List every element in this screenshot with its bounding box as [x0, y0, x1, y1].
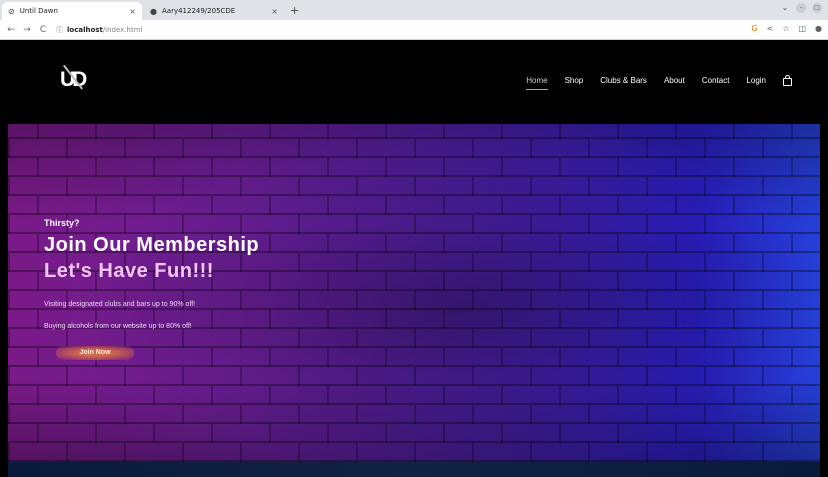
- browser-tab-github[interactable]: ● Aary412249/205CDE ×: [144, 2, 284, 20]
- address-bar[interactable]: ⓘ localhost /index.html: [56, 23, 656, 37]
- share-icon[interactable]: <: [767, 24, 774, 33]
- shopping-bag-icon[interactable]: [783, 74, 792, 86]
- nav-clubs-bars[interactable]: Clubs & Bars: [600, 76, 647, 85]
- hero-content: Thirsty? Join Our Membership Let's Have …: [44, 218, 260, 360]
- nav-contact[interactable]: Contact: [702, 76, 730, 85]
- hero-banner: Thirsty? Join Our Membership Let's Have …: [8, 124, 820, 462]
- hero-perk-clubs: Visiting designated clubs and bars up to…: [44, 301, 196, 308]
- close-icon[interactable]: ×: [271, 7, 278, 16]
- back-icon[interactable]: ←: [6, 25, 16, 35]
- close-icon[interactable]: ×: [129, 7, 136, 16]
- sidepanel-icon[interactable]: ◫: [798, 24, 806, 33]
- minimize-button[interactable]: –: [796, 3, 806, 13]
- forward-icon[interactable]: →: [22, 25, 32, 35]
- toolbar-actions: G < ☆ ◫ ●: [751, 24, 822, 33]
- browser-toolbar: ← → C ⓘ localhost /index.html G < ☆ ◫ ●: [0, 20, 828, 40]
- main-nav: Home Shop Clubs & Bars About Contact Log…: [509, 74, 792, 90]
- hero-perk-alcohol: Buying alcohols from our website up to 8…: [44, 323, 192, 330]
- new-tab-button[interactable]: +: [290, 2, 299, 20]
- site-header: UD Home Shop Clubs & Bars About Contact …: [0, 40, 828, 124]
- next-section-edge: [8, 462, 820, 477]
- hero-headline: Join Our Membership: [44, 234, 260, 256]
- bookmark-star-icon[interactable]: ☆: [782, 24, 789, 33]
- nav-home[interactable]: Home: [526, 76, 548, 90]
- url-host: localhost: [67, 25, 103, 34]
- maximize-button[interactable]: □: [812, 3, 822, 13]
- nav-about[interactable]: About: [664, 76, 685, 85]
- tab-title: Until Dawn: [19, 7, 58, 15]
- window-controls: ⌄ – □: [780, 3, 822, 13]
- google-lens-icon[interactable]: G: [751, 24, 757, 33]
- tab-title: Aary412249/205CDE: [161, 7, 236, 15]
- profile-icon[interactable]: ●: [815, 24, 822, 33]
- join-now-button[interactable]: Join Now: [56, 346, 134, 360]
- hero-subheadline: Let's Have Fun!!!: [44, 260, 214, 282]
- nav-shop[interactable]: Shop: [565, 76, 584, 85]
- globe-icon: ⊘: [8, 6, 15, 16]
- github-icon: ●: [150, 6, 157, 16]
- url-path: /index.html: [102, 25, 143, 34]
- info-icon[interactable]: ⓘ: [56, 25, 63, 35]
- browser-tab-until-dawn[interactable]: ⊘ Until Dawn ×: [2, 2, 142, 20]
- nav-login[interactable]: Login: [746, 76, 766, 85]
- chevron-down-icon[interactable]: ⌄: [780, 3, 790, 13]
- reload-icon[interactable]: C: [38, 25, 48, 35]
- browser-tabbar: ⊘ Until Dawn × ● Aary412249/205CDE × + ⌄…: [0, 0, 828, 20]
- hero-eyebrow: Thirsty?: [44, 218, 80, 228]
